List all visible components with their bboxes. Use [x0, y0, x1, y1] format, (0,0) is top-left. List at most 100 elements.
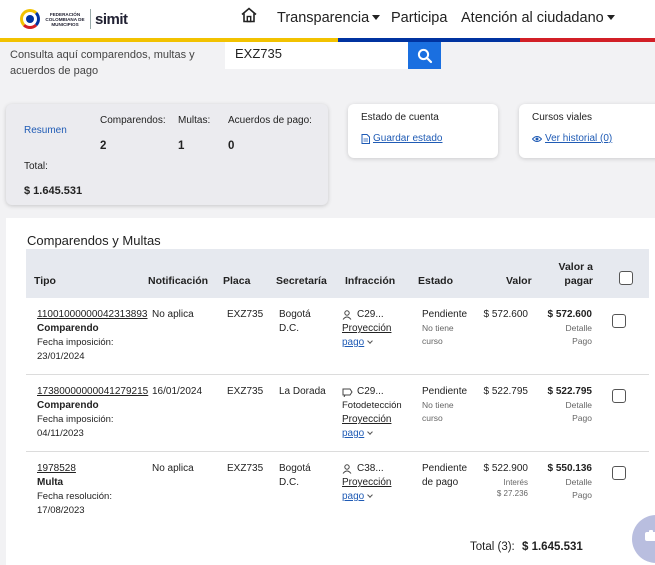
home-icon[interactable]: [240, 6, 258, 24]
eye-icon: [532, 135, 542, 142]
row-tipo: Comparendo: [37, 400, 99, 411]
row-estado-line1: Pendiente: [422, 463, 468, 474]
row-numero-link[interactable]: 1978528: [37, 462, 76, 476]
multas-count: 1: [178, 140, 185, 152]
search-icon: [417, 48, 432, 63]
table-total-amount: $ 1.645.531: [522, 541, 583, 553]
row-notificacion: No aplica: [152, 463, 194, 474]
nav-participa[interactable]: Participa: [391, 8, 447, 28]
row-proyeccion-line2: pago: [342, 491, 365, 502]
row-estado-line2: No tiene: [422, 323, 454, 333]
header-estado[interactable]: Estado: [418, 275, 453, 287]
estado-cuenta-card: Estado de cuenta Guardar estado: [348, 104, 498, 158]
table-row: 1978528 Multa Fecha resolución: 17/08/20…: [26, 452, 649, 529]
row-infraccion-code: C29...: [357, 386, 384, 397]
row-estado-line2: No tiene: [422, 400, 454, 410]
row-secretaria-line2: D.C.: [279, 323, 299, 334]
row-secretaria-line1: La Dorada: [279, 386, 326, 397]
row-infraccion[interactable]: C29...: [342, 385, 384, 399]
row-secretaria-line1: Bogotá: [279, 309, 311, 320]
comparendos-count: 2: [100, 140, 107, 152]
row-infraccion-code: C29...: [357, 309, 384, 320]
person-icon: [342, 464, 352, 474]
acuerdos-count: 0: [228, 140, 235, 152]
select-all-checkbox[interactable]: [619, 271, 633, 285]
row-interes: $ 27.236: [496, 489, 528, 498]
row-tipo: Multa: [37, 477, 64, 488]
header-notificacion[interactable]: Notificación: [148, 275, 208, 287]
row-notificacion: 16/01/2024: [152, 386, 203, 397]
row-valor: $ 572.600: [483, 309, 529, 320]
total-amount: $ 1.645.531: [24, 185, 83, 197]
person-icon: [342, 310, 352, 320]
row-infraccion[interactable]: C29...: [342, 308, 384, 322]
logo[interactable]: FEDERACIÓN COLOMBIANA DE MUNICIPIOS simi…: [20, 6, 128, 32]
row-valor: $ 522.900: [483, 463, 529, 474]
guardar-estado-link[interactable]: Guardar estado: [361, 133, 443, 144]
header-infraccion[interactable]: Infracción: [345, 275, 395, 287]
row-proyeccion-pago[interactable]: pago: [342, 427, 374, 441]
row-detalle-line1[interactable]: Detalle: [532, 322, 592, 335]
guardar-estado-label: Guardar estado: [373, 133, 443, 144]
row-secretaria-line1: Bogotá: [279, 463, 311, 474]
row-placa: EXZ735: [227, 309, 264, 320]
row-proyeccion-line1[interactable]: Proyección: [342, 322, 391, 336]
nav-atencion-label: Atención al ciudadano: [461, 10, 604, 26]
chat-icon: [645, 530, 655, 541]
row-infraccion-code: C38...: [357, 463, 384, 474]
search-input[interactable]: EXZ735: [225, 42, 408, 69]
ver-historial-link[interactable]: Ver historial (0): [532, 133, 612, 144]
row-checkbox[interactable]: [612, 389, 626, 403]
row-valor-pagar: $ 522.795: [547, 386, 593, 397]
row-estado-line1: Pendiente: [422, 386, 468, 397]
logo-brand-text: simit: [95, 10, 128, 28]
header-placa[interactable]: Placa: [223, 275, 250, 287]
row-proyeccion-line1[interactable]: Proyección: [342, 476, 391, 490]
row-estado-line3: curso: [422, 413, 443, 423]
row-detalle-line2[interactable]: Pago: [532, 489, 592, 502]
row-fecha-label: Fecha imposición:: [37, 337, 114, 348]
search-button[interactable]: [408, 42, 441, 69]
table-row: 11001000000042313893 Comparendo Fecha im…: [26, 298, 649, 375]
caret-down-icon: [372, 14, 381, 20]
row-estado-line3: curso: [422, 336, 443, 346]
row-proyeccion-line1[interactable]: Proyección: [342, 413, 391, 427]
summary-resumen-tab[interactable]: Resumen: [24, 125, 67, 136]
multas-label: Multas:: [178, 115, 211, 126]
row-numero-link[interactable]: 11001000000042313893: [37, 308, 148, 322]
cursos-viales-card: Cursos viales Ver historial (0): [519, 104, 655, 158]
table-header: Tipo Notificación Placa Secretaría Infra…: [26, 249, 649, 298]
camera-detection-icon: [342, 388, 353, 397]
header-valor-pagar-line2[interactable]: pagar: [540, 275, 593, 287]
row-detalle-line2[interactable]: Pago: [532, 335, 592, 348]
header-valor-pagar-line1[interactable]: Valor a: [540, 261, 593, 273]
row-numero-link[interactable]: 17380000000041279215: [37, 385, 148, 399]
document-icon: [361, 133, 370, 144]
row-placa: EXZ735: [227, 386, 264, 397]
row-checkbox[interactable]: [612, 314, 626, 328]
row-tipo: Comparendo: [37, 323, 99, 334]
section-title: Comparendos y Multas: [27, 233, 161, 248]
acuerdos-label: Acuerdos de pago:: [228, 115, 312, 126]
row-detalle-line1[interactable]: Detalle: [532, 399, 592, 412]
row-infraccion[interactable]: C38...: [342, 462, 384, 476]
nav-atencion[interactable]: Atención al ciudadano: [461, 8, 615, 28]
row-detalle-line2[interactable]: Pago: [532, 412, 592, 425]
nav-transparencia[interactable]: Transparencia: [277, 8, 381, 28]
row-valor: $ 522.795: [483, 386, 529, 397]
row-detalle-line1[interactable]: Detalle: [532, 476, 592, 489]
row-secretaria-line2: D.C.: [279, 477, 299, 488]
chevron-down-icon: [367, 429, 374, 435]
header-secretaria[interactable]: Secretaría: [276, 275, 327, 287]
comparendos-label: Comparendos:: [100, 115, 166, 126]
row-checkbox[interactable]: [612, 466, 626, 480]
row-proyeccion-pago[interactable]: pago: [342, 336, 374, 350]
row-valor-pagar: $ 550.136: [547, 463, 593, 474]
cursos-viales-title: Cursos viales: [532, 112, 593, 123]
row-fecha-label: Fecha imposición:: [37, 414, 114, 425]
row-estado-line2: de pago: [422, 477, 459, 488]
header-tipo[interactable]: Tipo: [34, 275, 56, 287]
row-proyeccion-pago[interactable]: pago: [342, 490, 374, 504]
header-valor[interactable]: Valor: [506, 275, 532, 287]
row-fecha: 23/01/2024: [37, 351, 85, 362]
